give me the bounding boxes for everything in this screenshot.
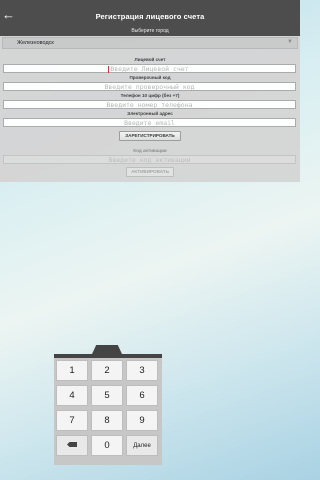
key-1[interactable]: 1 (56, 360, 88, 381)
activation-label: Код активации (133, 148, 167, 153)
city-prompt-label: Выберите город (131, 28, 169, 34)
email-label: Электронный адрес (127, 111, 173, 116)
keypad-top-bar (54, 354, 162, 358)
dropdown-arrow-icon: ▼ (287, 39, 293, 45)
account-label: Лицевой счет (134, 57, 166, 62)
city-select-value: Железноводск (17, 40, 54, 46)
numeric-keypad: 1 2 3 4 5 6 7 8 9 0 Далее (54, 345, 162, 465)
account-field[interactable]: Введите Лицевой счет (3, 64, 296, 73)
key-8[interactable]: 8 (91, 410, 123, 431)
text-caret (108, 66, 109, 73)
key-2[interactable]: 2 (91, 360, 123, 381)
next-key[interactable]: Далее (126, 435, 158, 456)
keypad-body: 1 2 3 4 5 6 7 8 9 0 Далее (54, 354, 162, 465)
activate-button[interactable]: АКТИВИРОВАТЬ (126, 167, 174, 177)
registration-form: Железноводск ▼ Лицевой счет Введите Лице… (0, 36, 300, 182)
keypad-drag-handle[interactable] (92, 345, 122, 354)
key-7[interactable]: 7 (56, 410, 88, 431)
check-code-field[interactable]: Введите проверочный код (3, 82, 296, 91)
key-3[interactable]: 3 (126, 360, 158, 381)
check-code-placeholder: Введите проверочный код (104, 83, 195, 91)
key-5[interactable]: 5 (91, 385, 123, 406)
key-9[interactable]: 9 (126, 410, 158, 431)
city-select[interactable]: Железноводск ▼ (2, 37, 298, 49)
backspace-icon (67, 442, 77, 447)
account-placeholder: Введите Лицевой счет (110, 65, 189, 73)
phone-label: Телефон 10 цифр (без +7) (120, 93, 180, 98)
page-title: Регистрация лицевого счета (95, 12, 205, 21)
email-field[interactable]: Введите email (3, 118, 296, 127)
key-0[interactable]: 0 (91, 435, 123, 456)
activation-placeholder: Введите код активации (108, 156, 191, 164)
check-code-label: Проверочный код (129, 75, 171, 80)
register-button[interactable]: ЗАРЕГИСТРИРОВАТЬ (119, 131, 181, 141)
email-placeholder: Введите email (124, 119, 175, 127)
phone-placeholder: Введите номер телефона (106, 101, 193, 109)
backspace-key[interactable] (56, 435, 88, 456)
activation-field[interactable]: Введите код активации (3, 155, 296, 164)
phone-field[interactable]: Введите номер телефона (3, 100, 296, 109)
key-4[interactable]: 4 (56, 385, 88, 406)
title-bar: ← Регистрация лицевого счета Выберите го… (0, 0, 300, 36)
key-6[interactable]: 6 (126, 385, 158, 406)
